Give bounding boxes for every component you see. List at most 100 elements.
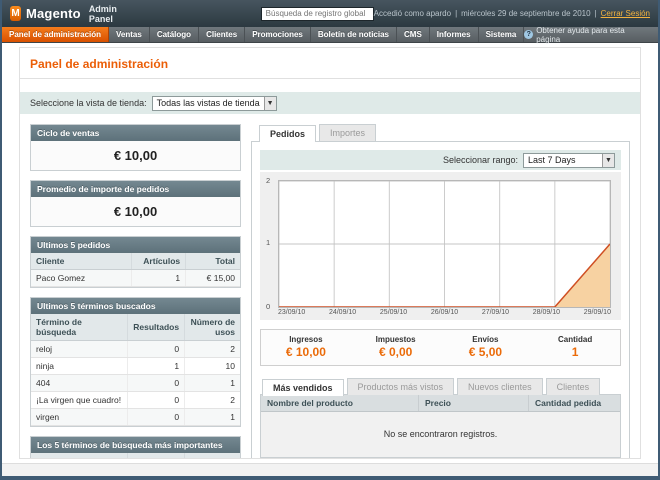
dashboard-main: Pedidos Importes Seleccionar rango: Last… xyxy=(251,124,630,459)
top-header: M Magento Admin Panel Accedió como apard… xyxy=(2,0,658,27)
tab-amounts[interactable]: Importes xyxy=(319,124,376,141)
x-axis-labels: 23/09/10 24/09/10 25/09/10 26/09/10 27/0… xyxy=(278,308,611,318)
col-uses: Número de usos xyxy=(185,453,240,459)
col-product-name: Nombre del producto xyxy=(261,395,418,411)
average-orders-value: € 10,00 xyxy=(31,197,240,226)
range-label: Seleccionar rango: xyxy=(443,155,518,165)
nav-item-newsletter[interactable]: Boletín de noticias xyxy=(311,27,397,42)
total-quantity: Cantidad 1 xyxy=(530,335,620,359)
orders-chart-plot xyxy=(278,180,611,308)
col-results: Resultados xyxy=(128,314,185,341)
nav-item-customers[interactable]: Clientes xyxy=(199,27,245,42)
bestsellers-grid: Nombre del producto Precio Cantidad pedi… xyxy=(260,394,621,458)
col-items: Artículos xyxy=(131,253,185,270)
get-help-link[interactable]: ? Obtener ayuda para esta página xyxy=(524,27,658,42)
content-area: Panel de administración Seleccione la vi… xyxy=(19,47,641,459)
average-orders-panel: Promedio de importe de pedidos € 10,00 xyxy=(30,180,241,227)
admin-page: M Magento Admin Panel Accedió como apard… xyxy=(0,0,660,480)
x-tick: 28/09/10 xyxy=(533,309,560,316)
total-revenue: Ingresos € 10,00 xyxy=(261,335,351,359)
store-view-label: Seleccione la vista de tienda: xyxy=(30,98,147,108)
total-shipping: Envíos € 5,00 xyxy=(441,335,531,359)
lifetime-sales-panel: Ciclo de ventas € 10,00 xyxy=(30,124,241,171)
empty-records-message: No se encontraron registros. xyxy=(261,412,620,457)
chevron-down-icon: ▼ xyxy=(602,154,614,167)
tab-bestsellers[interactable]: Más vendidos xyxy=(262,379,344,396)
session-info: Accedió como apardo | miércoles 29 de se… xyxy=(374,9,650,18)
nav-item-cms[interactable]: CMS xyxy=(397,27,430,42)
nav-item-sales[interactable]: Ventas xyxy=(109,27,150,42)
cell-items: 1 xyxy=(131,270,185,287)
tab-orders[interactable]: Pedidos xyxy=(259,125,316,142)
x-tick: 23/09/10 xyxy=(278,309,305,316)
top-search-panel: Los 5 términos de búsqueda más important… xyxy=(30,436,241,459)
col-qty-ordered: Cantidad pedida xyxy=(528,395,620,411)
x-tick: 25/09/10 xyxy=(380,309,407,316)
logged-in-as: Accedió como apardo xyxy=(374,9,451,18)
y-tick-1: 1 xyxy=(266,238,270,247)
nav-item-system[interactable]: Sistema xyxy=(479,27,525,42)
x-tick: 27/09/10 xyxy=(482,309,509,316)
store-view-select[interactable]: Todas las vistas de tienda ▼ xyxy=(152,96,277,111)
table-row[interactable]: ¡La virgen que cuadro! 0 2 xyxy=(31,392,240,409)
table-row[interactable]: ninja 1 10 xyxy=(31,358,240,375)
range-bar: Seleccionar rango: Last 7 Days ▼ xyxy=(260,150,621,170)
y-tick-0: 0 xyxy=(266,302,270,311)
totals-bar: Ingresos € 10,00 Impuestos € 0,00 Envíos… xyxy=(260,329,621,366)
col-term: Término de búsqueda xyxy=(31,314,128,341)
last-orders-panel: Ultimos 5 pedidos Cliente Artículos Tota… xyxy=(30,236,241,288)
chevron-down-icon: ▼ xyxy=(264,97,276,110)
table-row[interactable]: Paco Gomez 1 € 15,00 xyxy=(31,270,240,287)
logout-link[interactable]: Cerrar Sesión xyxy=(601,9,650,18)
lifetime-sales-value: € 10,00 xyxy=(31,141,240,170)
table-row[interactable]: reloj 0 2 xyxy=(31,341,240,358)
x-tick: 29/09/10 xyxy=(584,309,611,316)
nav-item-dashboard[interactable]: Panel de administración xyxy=(2,27,109,42)
cell-total: € 15,00 xyxy=(186,270,240,287)
current-date: miércoles 29 de septiembre de 2010 xyxy=(461,9,590,18)
orders-chart: 2 1 0 23/09/10 24/09/10 25/09/10 26/09/1… xyxy=(260,172,621,320)
dashboard-sidebar: Ciclo de ventas € 10,00 Promedio de impo… xyxy=(30,124,241,459)
col-customer: Cliente xyxy=(31,253,131,270)
table-row[interactable]: 404 0 1 xyxy=(31,375,240,392)
nav-item-reports[interactable]: Informes xyxy=(430,27,479,42)
total-tax: Impuestos € 0,00 xyxy=(351,335,441,359)
range-select[interactable]: Last 7 Days ▼ xyxy=(523,153,615,168)
col-uses: Número de usos xyxy=(185,314,240,341)
col-results: Resultados xyxy=(128,453,185,459)
cell-customer: Paco Gomez xyxy=(31,270,131,287)
help-icon: ? xyxy=(524,30,533,39)
main-nav: Panel de administración Ventas Catálogo … xyxy=(2,27,658,43)
last-search-panel: Ultimos 5 términos buscados Término de b… xyxy=(30,297,241,427)
global-search-input[interactable] xyxy=(261,7,374,21)
top-search-title: Los 5 términos de búsqueda más important… xyxy=(31,437,240,453)
help-label: Obtener ayuda para esta página xyxy=(536,26,650,44)
store-view-value: Todas las vistas de tienda xyxy=(157,98,260,108)
tab-most-viewed[interactable]: Productos más vistos xyxy=(347,378,455,395)
x-tick: 26/09/10 xyxy=(431,309,458,316)
page-title: Panel de administración xyxy=(30,57,630,71)
separator: | xyxy=(455,9,457,18)
nav-item-promotions[interactable]: Promociones xyxy=(245,27,311,42)
orders-chart-box: Seleccionar rango: Last 7 Days ▼ 2 1 0 xyxy=(251,141,630,459)
last-orders-title: Ultimos 5 pedidos xyxy=(31,237,240,253)
last-search-title: Ultimos 5 términos buscados xyxy=(31,298,240,314)
logo-subtitle: Admin Panel xyxy=(89,4,129,24)
lifetime-sales-title: Ciclo de ventas xyxy=(31,125,240,141)
x-tick: 24/09/10 xyxy=(329,309,356,316)
magento-logo-icon: M xyxy=(10,6,21,21)
store-view-bar: Seleccione la vista de tienda: Todas las… xyxy=(20,92,640,114)
y-tick-2: 2 xyxy=(266,176,270,185)
col-term: Término de búsqueda xyxy=(31,453,128,459)
table-row[interactable]: virgen 0 1 xyxy=(31,409,240,426)
page-footer xyxy=(2,463,658,476)
col-total: Total xyxy=(186,253,240,270)
range-value: Last 7 Days xyxy=(528,155,576,165)
magento-logo: M Magento Admin Panel xyxy=(10,4,129,24)
tab-customers[interactable]: Clientes xyxy=(546,378,601,395)
title-divider xyxy=(20,78,640,79)
average-orders-title: Promedio de importe de pedidos xyxy=(31,181,240,197)
col-price: Precio xyxy=(418,395,528,411)
tab-new-customers[interactable]: Nuevos clientes xyxy=(457,378,543,395)
nav-item-catalog[interactable]: Catálogo xyxy=(150,27,199,42)
